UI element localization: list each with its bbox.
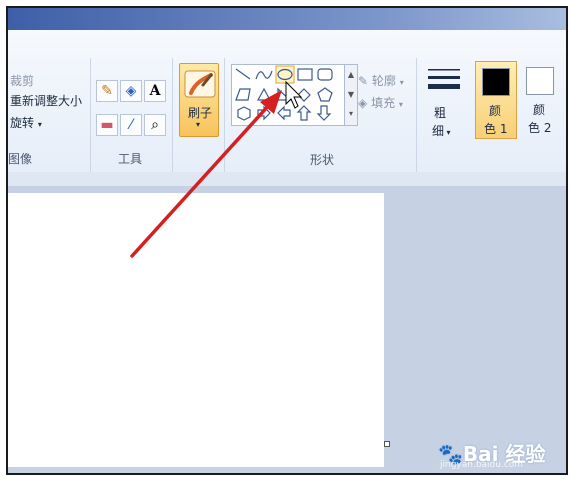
paint-window: 裁剪 重新调整大小 旋转 ▾ 图像 ✎ ◈ A ▬ ⁄ ⌕ 工具 刷子 ▾ ▲ … [6, 6, 568, 475]
size-label-line2: 细 ▾ [432, 124, 451, 138]
fill-label: 填充 [371, 96, 396, 110]
up-arrow-shape [296, 105, 312, 121]
color2-label-line1: 颜 [533, 103, 546, 117]
ribbon-bottom-strip [8, 172, 566, 187]
color-picker-icon[interactable]: ⁄ [120, 114, 142, 136]
eraser-icon[interactable]: ▬ [96, 114, 118, 136]
separator [224, 58, 225, 176]
polygon-shape [235, 88, 251, 101]
chevron-down-icon: ▾ [398, 100, 403, 109]
line-shape [235, 68, 251, 80]
resize-button[interactable]: 重新调整大小 [10, 92, 82, 109]
curve-shape [255, 70, 273, 80]
crop-button[interactable]: 裁剪 [10, 72, 34, 89]
rotate-label: 旋转 [10, 116, 35, 130]
color2-button[interactable]: 颜 色 2 [522, 61, 562, 139]
color1-swatch [482, 68, 510, 96]
line-width-icon [428, 69, 460, 89]
color1-label-line2: 色 1 [484, 122, 508, 136]
expand-gallery-icon[interactable]: ▾ [345, 105, 357, 123]
size-label-line1: 粗 [434, 106, 447, 120]
fill-bucket-icon[interactable]: ◈ [120, 80, 142, 102]
outline-button[interactable]: ✎ 轮廓 ▾ [358, 72, 404, 89]
tools-group-label: 工具 [118, 152, 143, 166]
chevron-down-icon: ▾ [196, 120, 201, 129]
left-arrow-shape [277, 105, 291, 121]
right-arrow-shape [257, 105, 271, 121]
color2-swatch [526, 67, 554, 95]
chevron-down-icon: ▾ [444, 128, 451, 137]
shapes-gallery [231, 64, 345, 126]
watermark-url: jingyan.baidu.com [440, 460, 524, 470]
rectangle-shape [297, 68, 313, 81]
brush-icon [184, 70, 216, 98]
separator [172, 58, 173, 176]
rounded-rectangle-shape [317, 68, 333, 81]
chevron-down-icon: ▾ [37, 120, 42, 129]
pentagon-shape [317, 87, 333, 102]
title-bar [8, 8, 566, 30]
brush-label: 刷子 [188, 106, 213, 120]
fill-button[interactable]: ◈ 填充 ▾ [358, 94, 403, 111]
chevron-down-icon: ▾ [399, 78, 404, 87]
separator [416, 58, 417, 176]
text-tool-icon[interactable]: A [144, 80, 166, 102]
down-arrow-shape [316, 105, 332, 121]
shapes-grid [235, 65, 333, 121]
fill-icon: ◈ [358, 96, 368, 110]
color1-button[interactable]: 颜 色 1 [475, 61, 517, 139]
rotate-button[interactable]: 旋转 ▾ [10, 114, 42, 131]
size-button[interactable]: 粗 细 ▾ [424, 64, 464, 140]
separator [90, 58, 91, 176]
scroll-up-icon[interactable]: ▲ [345, 65, 357, 85]
color1-label-line1: 颜 [489, 104, 502, 118]
magnifier-icon[interactable]: ⌕ [144, 114, 166, 136]
shapes-scrollbar[interactable]: ▲ ▼ ▾ [344, 64, 358, 126]
color2-label-line2: 色 2 [528, 121, 552, 135]
drawing-canvas[interactable] [8, 193, 384, 467]
triangle-shape [256, 87, 272, 101]
brush-button[interactable]: 刷子 ▾ [179, 63, 219, 137]
ribbon: 裁剪 重新调整大小 旋转 ▾ 图像 ✎ ◈ A ▬ ⁄ ⌕ 工具 刷子 ▾ ▲ … [8, 30, 566, 176]
shapes-group-label: 形状 [310, 153, 335, 167]
pencil-icon[interactable]: ✎ [96, 80, 118, 102]
image-group-label: 图像 [8, 152, 33, 166]
oval-shape-selected [275, 65, 295, 84]
outline-icon: ✎ [358, 74, 369, 88]
hexagon-shape [237, 106, 251, 121]
right-triangle-shape [277, 87, 292, 101]
diamond-shape [297, 88, 311, 102]
outline-label: 轮廓 [371, 74, 396, 88]
canvas-resize-handle[interactable] [384, 441, 390, 447]
scroll-down-icon[interactable]: ▼ [345, 85, 357, 105]
